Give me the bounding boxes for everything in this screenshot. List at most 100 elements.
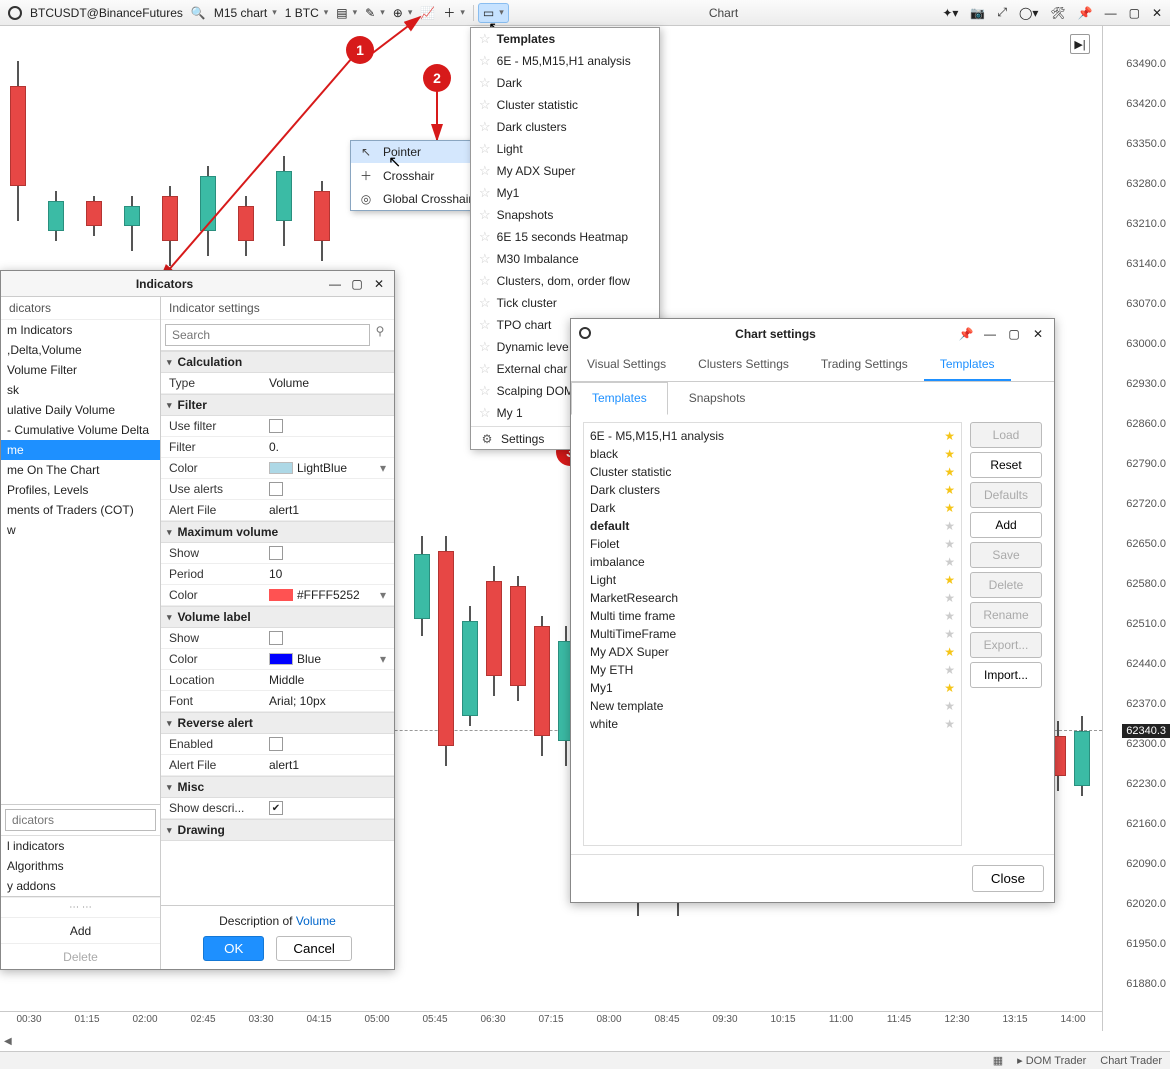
symbol-picker[interactable]: BTCUSDT@BinanceFutures bbox=[26, 4, 187, 22]
indicator-category-item[interactable]: w bbox=[1, 520, 160, 540]
indicator-search-input[interactable] bbox=[165, 324, 370, 346]
templates-dropdown-button[interactable]: ▭ bbox=[478, 3, 509, 23]
template-reset-button[interactable]: Reset bbox=[970, 452, 1042, 478]
template-menu-item[interactable]: ☆Snapshots bbox=[471, 204, 659, 226]
property-row[interactable]: Enabled bbox=[161, 734, 394, 755]
template-menu-item[interactable]: ☆Dark bbox=[471, 72, 659, 94]
zoom-tool-icon[interactable]: ⊕ bbox=[389, 4, 417, 22]
pin-icon[interactable]: 📌 bbox=[1074, 4, 1097, 22]
indicators-icon[interactable]: 📈 bbox=[416, 4, 439, 22]
template-menu-item[interactable]: ☆Tick cluster bbox=[471, 292, 659, 314]
minimize-icon[interactable]: — bbox=[978, 327, 1002, 341]
settings-tab[interactable]: Visual Settings bbox=[571, 349, 682, 381]
indicator-doc-link[interactable]: Volume bbox=[296, 914, 336, 928]
indicator-category-item[interactable]: me bbox=[1, 440, 160, 460]
indicator-category-item[interactable]: ,Delta,Volume bbox=[1, 340, 160, 360]
tools-icon[interactable]: 🛠 bbox=[1046, 4, 1069, 22]
close-button[interactable]: Close bbox=[972, 865, 1044, 892]
snapshot-icon[interactable]: 📷 bbox=[966, 4, 989, 22]
maximize-icon[interactable]: ▢ bbox=[346, 277, 368, 291]
minimize-icon[interactable]: — bbox=[324, 277, 346, 291]
property-section-header[interactable]: Maximum volume bbox=[161, 521, 394, 543]
indicator-add-button[interactable]: Add bbox=[1, 917, 160, 943]
template-list-item[interactable]: Cluster statistic★ bbox=[588, 463, 957, 481]
indicator-group-item[interactable]: l indicators bbox=[1, 836, 160, 856]
indicator-category-item[interactable]: sk bbox=[1, 380, 160, 400]
draw-tool-icon[interactable]: ✎ bbox=[361, 4, 389, 22]
template-list-item[interactable]: Fiolet★ bbox=[588, 535, 957, 553]
template-list-item[interactable]: My ADX Super★ bbox=[588, 643, 957, 661]
indicator-category-item[interactable]: Volume Filter bbox=[1, 360, 160, 380]
indicators-search-lower[interactable] bbox=[5, 809, 156, 831]
settings-subtab[interactable]: Snapshots bbox=[668, 382, 767, 414]
chart-trader-link[interactable]: Chart Trader bbox=[1100, 1055, 1162, 1067]
fullscreen-icon[interactable]: ⤢ bbox=[993, 3, 1011, 22]
property-row[interactable]: Period10 bbox=[161, 564, 394, 585]
template-menu-item[interactable]: ☆6E 15 seconds Heatmap bbox=[471, 226, 659, 248]
template-list-item[interactable]: Multi time frame★ bbox=[588, 607, 957, 625]
property-row[interactable]: TypeVolume bbox=[161, 373, 394, 394]
template-menu-item[interactable]: ☆6E - M5,M15,H1 analysis bbox=[471, 50, 659, 72]
ok-button[interactable]: OK bbox=[203, 936, 264, 961]
property-row[interactable]: Alert Filealert1 bbox=[161, 500, 394, 521]
template-menu-item[interactable]: ☆Dark clusters bbox=[471, 116, 659, 138]
template-menu-item[interactable]: ☆M30 Imbalance bbox=[471, 248, 659, 270]
close-icon[interactable]: ✕ bbox=[1026, 327, 1050, 341]
property-section-header[interactable]: Filter bbox=[161, 394, 394, 416]
property-row[interactable]: Color LightBlue ▾ bbox=[161, 458, 394, 479]
indicator-category-item[interactable]: ments of Traders (COT) bbox=[1, 500, 160, 520]
layout-icon[interactable]: ▦ bbox=[993, 1054, 1003, 1067]
indicator-group-item[interactable]: y addons bbox=[1, 876, 160, 896]
template-menu-item[interactable]: ☆Light bbox=[471, 138, 659, 160]
crosshair-tool-icon[interactable]: ＋ bbox=[439, 2, 469, 23]
property-section-header[interactable]: Calculation bbox=[161, 351, 394, 373]
template-list-item[interactable]: New template★ bbox=[588, 697, 957, 715]
property-row[interactable]: Alert Filealert1 bbox=[161, 755, 394, 776]
property-row[interactable]: Color Blue ▾ bbox=[161, 649, 394, 670]
template-list-item[interactable]: default★ bbox=[588, 517, 957, 535]
indicator-category-item[interactable]: me On The Chart bbox=[1, 460, 160, 480]
close-icon[interactable]: ✕ bbox=[1148, 4, 1166, 22]
property-row[interactable]: Show bbox=[161, 628, 394, 649]
close-icon[interactable]: ✕ bbox=[368, 277, 390, 291]
property-row[interactable]: Use filter bbox=[161, 416, 394, 437]
indicator-category-item[interactable]: Profiles, Levels bbox=[1, 480, 160, 500]
indicator-category-item[interactable]: ulative Daily Volume bbox=[1, 400, 160, 420]
property-row[interactable]: Filter0. bbox=[161, 437, 394, 458]
indicator-group-item[interactable]: Algorithms bbox=[1, 856, 160, 876]
template-list-item[interactable]: MultiTimeFrame★ bbox=[588, 625, 957, 643]
template-list-item[interactable]: imbalance★ bbox=[588, 553, 957, 571]
circle-icon[interactable]: ◯▾ bbox=[1015, 4, 1042, 22]
template-list-item[interactable]: black★ bbox=[588, 445, 957, 463]
settings-tab[interactable]: Trading Settings bbox=[805, 349, 924, 381]
maximize-icon[interactable]: ▢ bbox=[1002, 327, 1026, 341]
template-menu-item[interactable]: ☆My1 bbox=[471, 182, 659, 204]
template-list-item[interactable]: MarketResearch★ bbox=[588, 589, 957, 607]
settings-tab[interactable]: Clusters Settings bbox=[682, 349, 805, 381]
template-menu-item[interactable]: ☆My ADX Super bbox=[471, 160, 659, 182]
template-list-item[interactable]: My ETH★ bbox=[588, 661, 957, 679]
order-size-dropdown[interactable]: 1 BTC bbox=[281, 4, 333, 22]
indicator-category-item[interactable]: m Indicators bbox=[1, 320, 160, 340]
settings-subtab[interactable]: Templates bbox=[571, 382, 668, 415]
template-import...-button[interactable]: Import... bbox=[970, 662, 1042, 688]
template-menu-item[interactable]: ☆Clusters, dom, order flow bbox=[471, 270, 659, 292]
maximize-icon[interactable]: ▢ bbox=[1125, 4, 1144, 22]
property-section-header[interactable]: Drawing bbox=[161, 819, 394, 841]
template-list-item[interactable]: 6E - M5,M15,H1 analysis★ bbox=[588, 427, 957, 445]
settings-tab[interactable]: Templates bbox=[924, 349, 1011, 381]
search-icon[interactable]: 🔍 bbox=[187, 4, 210, 22]
price-axis[interactable]: 62340.3 63490.063420.063350.063280.06321… bbox=[1102, 26, 1170, 1031]
pin-icon[interactable]: 📌 bbox=[954, 327, 978, 341]
property-row[interactable]: Show bbox=[161, 543, 394, 564]
property-row[interactable]: Show descri...✔ bbox=[161, 798, 394, 819]
link-icon[interactable]: ✦▾ bbox=[938, 4, 962, 22]
scroll-left-icon[interactable]: ◀︎ bbox=[4, 1036, 12, 1047]
property-row[interactable]: Color #FFFF5252 ▾ bbox=[161, 585, 394, 606]
template-list-item[interactable]: My1★ bbox=[588, 679, 957, 697]
template-list-item[interactable]: Light★ bbox=[588, 571, 957, 589]
template-add-button[interactable]: Add bbox=[970, 512, 1042, 538]
time-axis[interactable]: 00:3001:1502:0002:4503:3004:1505:0005:45… bbox=[0, 1011, 1102, 1031]
timeframe-dropdown[interactable]: M15 chart bbox=[210, 4, 281, 22]
chart-type-icon[interactable]: ▤ bbox=[332, 4, 361, 22]
